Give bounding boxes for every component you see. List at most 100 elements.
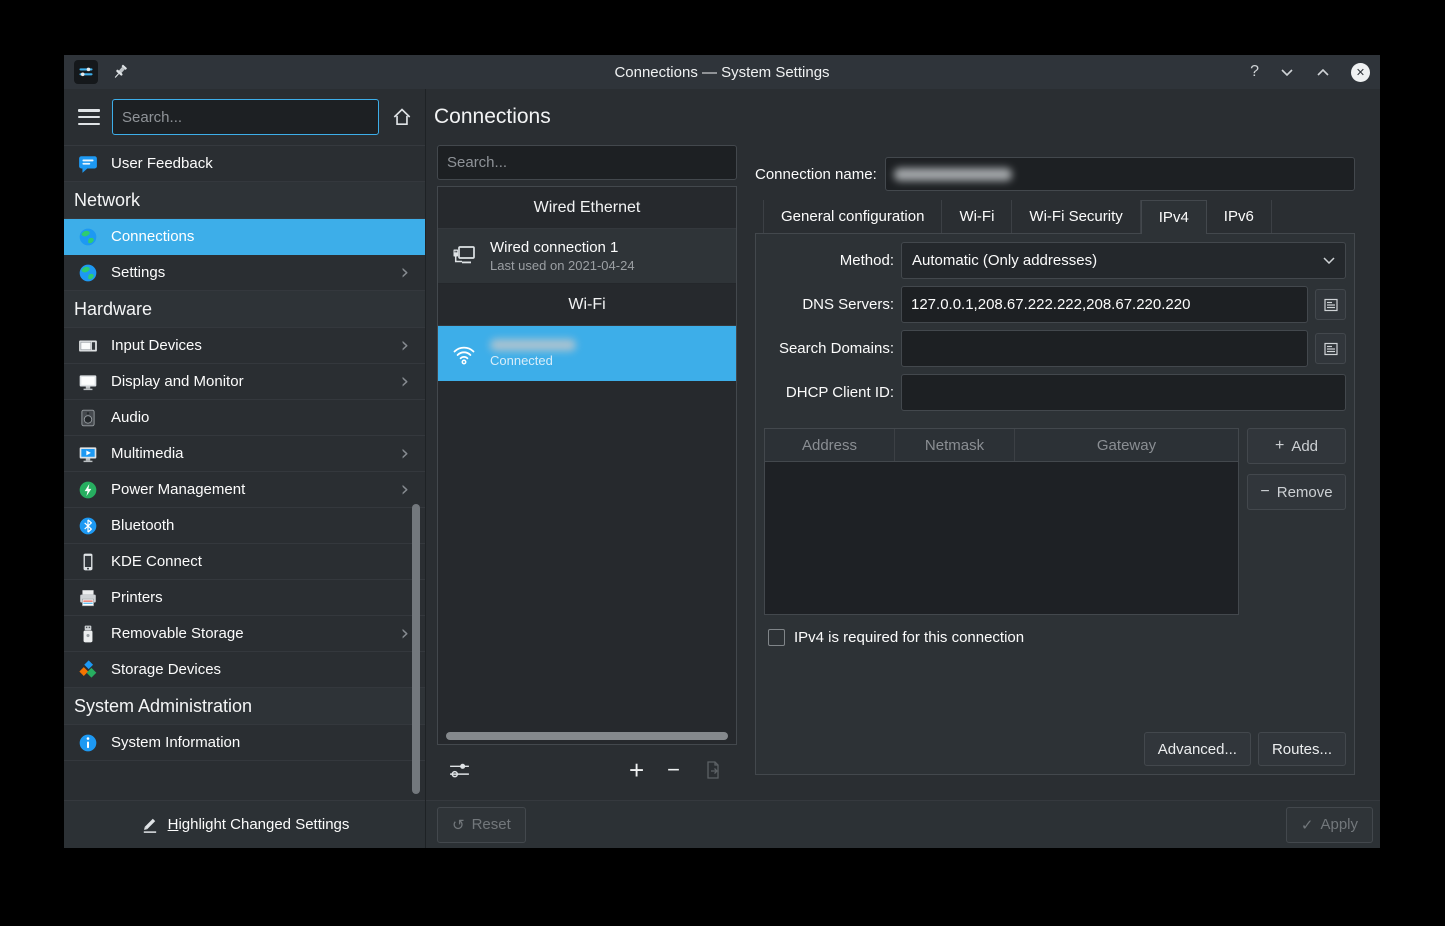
editor-footer: ↺ Reset ✓ Apply — [426, 800, 1380, 848]
dhcp-client-id-input[interactable] — [901, 374, 1346, 411]
close-button[interactable]: ✕ — [1351, 63, 1370, 82]
tab-general-configuration[interactable]: General configuration — [763, 200, 942, 233]
globe-icon — [78, 263, 98, 283]
globe-icon — [78, 227, 98, 247]
chevron-down-icon — [1323, 257, 1335, 264]
keyboard-icon — [78, 336, 98, 356]
sidebar-item-settings[interactable]: Settings › — [64, 255, 425, 291]
storage-icon — [78, 660, 98, 680]
remove-address-button[interactable]: − Remove — [1247, 474, 1346, 510]
menu-icon[interactable] — [78, 109, 100, 125]
connection-group-wi-fi: Wi-Fi — [438, 284, 736, 326]
connection-item-wired-connection-1[interactable]: Wired connection 1 Last used on 2021-04-2… — [438, 229, 736, 284]
sidebar-item-bluetooth[interactable]: Bluetooth — [64, 508, 425, 544]
sidebar-item-user-feedback[interactable]: User Feedback — [64, 146, 425, 182]
sidebar-item-storage-devices[interactable]: Storage Devices — [64, 652, 425, 688]
tab-ipv6[interactable]: IPv6 — [1207, 200, 1272, 233]
add-address-button[interactable]: + Add — [1247, 428, 1346, 464]
chevron-right-icon: › — [401, 262, 415, 283]
list-edit-icon — [1323, 341, 1339, 357]
routes-button[interactable]: Routes... — [1258, 732, 1346, 766]
maximize-button[interactable] — [1315, 64, 1331, 80]
sidebar-scrollbar[interactable] — [412, 504, 420, 794]
column-header-netmask[interactable]: Netmask — [895, 429, 1015, 461]
column-header-gateway[interactable]: Gateway — [1015, 429, 1238, 461]
configure-icon[interactable] — [448, 760, 471, 781]
undo-icon: ↺ — [452, 816, 465, 834]
sidebar-item-label: Storage Devices — [111, 661, 221, 678]
connection-subtitle: Last used on 2021-04-24 — [490, 258, 635, 273]
sidebar-item-label: User Feedback — [111, 155, 213, 172]
dns-servers-input[interactable] — [901, 286, 1308, 323]
connection-group-wired-ethernet: Wired Ethernet — [438, 187, 736, 229]
ipv4-required-checkbox[interactable] — [768, 629, 785, 646]
connection-item-redacted[interactable]: Connected — [438, 326, 736, 381]
ipv4-tab-panel: Method: Automatic (Only addresses) DNS S… — [755, 233, 1355, 775]
search-domains-edit-button[interactable] — [1315, 333, 1346, 364]
connection-name-input[interactable] — [885, 157, 1355, 191]
redacted-connection-name — [894, 168, 1012, 181]
sidebar-item-label: Input Devices — [111, 337, 202, 354]
multimedia-icon — [78, 444, 98, 464]
remove-connection-icon[interactable]: − — [667, 759, 680, 781]
pin-icon[interactable] — [110, 62, 130, 82]
search-domains-input[interactable] — [901, 330, 1308, 367]
dns-servers-label: DNS Servers: — [764, 296, 901, 313]
sidebar-item-label: Settings — [111, 264, 165, 281]
bluetooth-icon — [78, 516, 98, 536]
page-title: Connections — [434, 105, 551, 129]
sidebar-item-label: Printers — [111, 589, 163, 606]
method-dropdown[interactable]: Automatic (Only addresses) — [901, 242, 1346, 279]
sidebar-section-hardware: Hardware — [64, 291, 425, 328]
sidebar-item-label: Audio — [111, 409, 149, 426]
sidebar-item-system-information[interactable]: System Information — [64, 725, 425, 761]
tab-wifi[interactable]: Wi-Fi — [942, 200, 1012, 233]
dns-servers-edit-button[interactable] — [1315, 289, 1346, 320]
connection-name-label: Connection name: — [755, 166, 877, 183]
help-button[interactable]: ? — [1250, 63, 1259, 81]
column-header-address[interactable]: Address — [765, 429, 895, 461]
printer-icon — [78, 588, 98, 608]
sidebar-item-label: System Information — [111, 734, 240, 751]
advanced-button[interactable]: Advanced... — [1144, 732, 1251, 766]
connection-search-input[interactable] — [437, 145, 737, 180]
tab-ipv4[interactable]: IPv4 — [1141, 200, 1207, 234]
connection-list: Wired Ethernet Wired connection 1 Last use… — [437, 186, 737, 745]
sidebar-item-kde-connect[interactable]: KDE Connect — [64, 544, 425, 580]
connection-editor: Connection name: General configuration W… — [755, 145, 1355, 800]
sidebar-item-input-devices[interactable]: Input Devices› — [64, 328, 425, 364]
sidebar-search-input[interactable] — [112, 99, 379, 135]
sidebar-list: User FeedbackNetworkConnectionsSettings›… — [64, 145, 425, 800]
search-domains-label: Search Domains: — [764, 340, 901, 357]
connection-title: Wired connection 1 — [490, 239, 635, 256]
chevron-right-icon: › — [401, 443, 415, 464]
system-settings-window: Connections — System Settings ? ✕ — [64, 55, 1380, 848]
addresses-table-body[interactable] — [765, 462, 1238, 614]
sidebar-item-label: Multimedia — [111, 445, 184, 462]
titlebar[interactable]: Connections — System Settings ? ✕ — [64, 55, 1380, 89]
usb-icon — [78, 624, 98, 644]
sidebar-item-label: Display and Monitor — [111, 373, 244, 390]
sidebar-item-printers[interactable]: Printers — [64, 580, 425, 616]
sidebar-item-display-and-monitor[interactable]: Display and Monitor› — [64, 364, 425, 400]
sidebar-item-connections[interactable]: Connections — [64, 219, 425, 255]
horizontal-scrollbar[interactable] — [446, 732, 728, 740]
connection-list-panel: Wired Ethernet Wired connection 1 Last use… — [437, 145, 737, 800]
sidebar-item-power-management[interactable]: Power Management› — [64, 472, 425, 508]
ipv4-required-label: IPv4 is required for this connection — [794, 629, 1024, 646]
apply-button[interactable]: ✓ Apply — [1286, 807, 1373, 843]
add-connection-icon[interactable]: + — [629, 759, 644, 781]
highlight-changed-settings-button[interactable]: Highlight Changed Settings — [64, 800, 425, 848]
minimize-button[interactable] — [1279, 64, 1295, 80]
chevron-right-icon: › — [401, 479, 415, 500]
home-icon[interactable] — [391, 106, 413, 128]
sidebar-item-label: Removable Storage — [111, 625, 244, 642]
phone-icon — [78, 552, 98, 572]
sidebar-item-removable-storage[interactable]: Removable Storage› — [64, 616, 425, 652]
sidebar-item-label: Connections — [111, 228, 194, 245]
reset-button[interactable]: ↺ Reset — [437, 807, 526, 843]
sidebar-item-multimedia[interactable]: Multimedia › — [64, 436, 425, 472]
export-connection-icon[interactable] — [703, 760, 723, 780]
tab-wifi-security[interactable]: Wi-Fi Security — [1012, 200, 1140, 233]
sidebar-item-audio[interactable]: Audio — [64, 400, 425, 436]
